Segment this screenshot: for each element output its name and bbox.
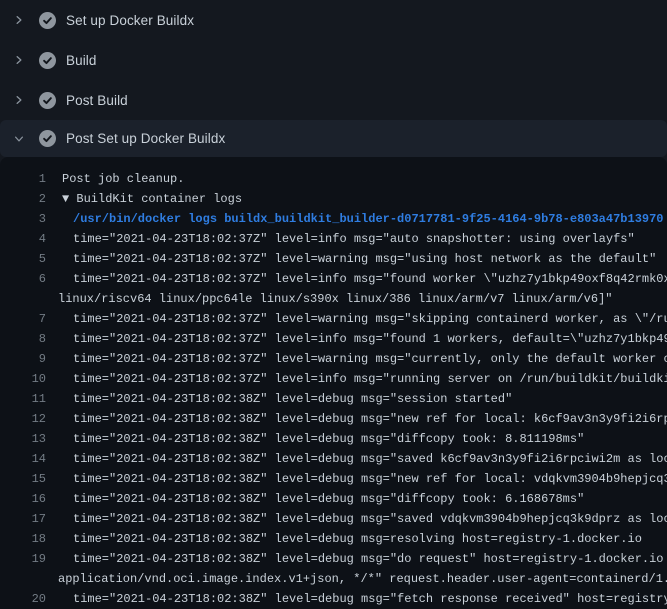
log-line-number[interactable]: 15 <box>0 469 46 489</box>
log-line-number[interactable]: 5 <box>0 249 46 269</box>
check-circle-icon <box>39 12 56 29</box>
step-label: Set up Docker Buildx <box>66 13 194 28</box>
log-line-text: /usr/bin/docker logs buildx_buildkit_bui… <box>46 209 664 229</box>
log-line: 3 /usr/bin/docker logs buildx_buildkit_b… <box>0 209 667 229</box>
log-line-text: linux/riscv64 linux/ppc64le linux/s390x … <box>46 289 613 309</box>
step-label: Post Build <box>66 93 128 108</box>
step-header[interactable]: Post Build <box>0 80 667 120</box>
log-line-text: time="2021-04-23T18:02:37Z" level=warnin… <box>46 349 667 369</box>
log-line: 1 Post job cleanup. <box>0 169 667 189</box>
log-line: 14 time="2021-04-23T18:02:38Z" level=deb… <box>0 449 667 469</box>
log-line-number[interactable] <box>0 569 46 589</box>
log-line-number[interactable]: 16 <box>0 489 46 509</box>
log-line-text: time="2021-04-23T18:02:38Z" level=debug … <box>46 549 667 569</box>
chevron-down-icon[interactable] <box>12 132 26 146</box>
log-line: 6 time="2021-04-23T18:02:37Z" level=info… <box>0 269 667 289</box>
log-line: 19 time="2021-04-23T18:02:38Z" level=deb… <box>0 549 667 569</box>
log-line: 20 time="2021-04-23T18:02:38Z" level=deb… <box>0 589 667 609</box>
log-line: 2 ▼ BuildKit container logs <box>0 189 667 209</box>
chevron-right-icon[interactable] <box>12 93 26 107</box>
log-line: 7 time="2021-04-23T18:02:37Z" level=warn… <box>0 309 667 329</box>
chevron-right-icon[interactable] <box>12 13 26 27</box>
log-line-text: Post job cleanup. <box>46 169 184 189</box>
log-line: 11 time="2021-04-23T18:02:38Z" level=deb… <box>0 389 667 409</box>
log-line-text: time="2021-04-23T18:02:37Z" level=info m… <box>46 269 667 289</box>
log-line-number[interactable]: 10 <box>0 369 46 389</box>
check-circle-icon <box>39 52 56 69</box>
log-line-text: time="2021-04-23T18:02:38Z" level=debug … <box>46 489 584 509</box>
step-header[interactable]: Build <box>0 40 667 80</box>
log-line-text: time="2021-04-23T18:02:37Z" level=warnin… <box>46 309 667 329</box>
log-line-number[interactable]: 20 <box>0 589 46 609</box>
log-line: application/vnd.oci.image.index.v1+json,… <box>0 569 667 589</box>
log-line-text: time="2021-04-23T18:02:37Z" level=warnin… <box>46 249 656 269</box>
log-line-text: time="2021-04-23T18:02:38Z" level=debug … <box>46 429 584 449</box>
log-line: 4 time="2021-04-23T18:02:37Z" level=info… <box>0 229 667 249</box>
log-line: 10 time="2021-04-23T18:02:37Z" level=inf… <box>0 369 667 389</box>
log-line-text[interactable]: ▼ BuildKit container logs <box>46 189 242 209</box>
log-line-text: time="2021-04-23T18:02:37Z" level=info m… <box>46 329 667 349</box>
log-line: 16 time="2021-04-23T18:02:38Z" level=deb… <box>0 489 667 509</box>
chevron-right-icon[interactable] <box>12 53 26 67</box>
log-line: 5 time="2021-04-23T18:02:37Z" level=warn… <box>0 249 667 269</box>
log-line: 8 time="2021-04-23T18:02:37Z" level=info… <box>0 329 667 349</box>
log-line-number[interactable]: 14 <box>0 449 46 469</box>
step-header[interactable]: Set up Docker Buildx <box>0 0 667 40</box>
log-line-text: time="2021-04-23T18:02:38Z" level=debug … <box>46 409 667 429</box>
log-line-text: time="2021-04-23T18:02:38Z" level=debug … <box>46 529 642 549</box>
log-line-number[interactable]: 7 <box>0 309 46 329</box>
log-group-label: BuildKit container logs <box>69 192 242 206</box>
log-line-text: time="2021-04-23T18:02:38Z" level=debug … <box>46 589 667 609</box>
log-line-text: time="2021-04-23T18:02:38Z" level=debug … <box>46 449 667 469</box>
log-line-text: time="2021-04-23T18:02:38Z" level=debug … <box>46 469 667 489</box>
log-line-number[interactable]: 1 <box>0 169 46 189</box>
log-line: 9 time="2021-04-23T18:02:37Z" level=warn… <box>0 349 667 369</box>
log-line-text: time="2021-04-23T18:02:38Z" level=debug … <box>46 389 512 409</box>
step-header[interactable]: Post Set up Docker Buildx <box>0 120 667 157</box>
log-line-number[interactable] <box>0 289 46 309</box>
log-line-number[interactable]: 3 <box>0 209 46 229</box>
step-label: Build <box>66 53 97 68</box>
log-line: 13 time="2021-04-23T18:02:38Z" level=deb… <box>0 429 667 449</box>
log-line-number[interactable]: 6 <box>0 269 46 289</box>
log-line: 17 time="2021-04-23T18:02:38Z" level=deb… <box>0 509 667 529</box>
check-circle-icon <box>39 92 56 109</box>
log-line: 15 time="2021-04-23T18:02:38Z" level=deb… <box>0 469 667 489</box>
log-line-number[interactable]: 19 <box>0 549 46 569</box>
log-line-number[interactable]: 11 <box>0 389 46 409</box>
log-area: 1 Post job cleanup. 2 ▼ BuildKit contain… <box>0 157 667 609</box>
log-line-number[interactable]: 8 <box>0 329 46 349</box>
log-line-text: time="2021-04-23T18:02:38Z" level=debug … <box>46 509 667 529</box>
step-label: Post Set up Docker Buildx <box>66 131 225 146</box>
log-line-text: time="2021-04-23T18:02:37Z" level=info m… <box>46 229 635 249</box>
log-line: linux/riscv64 linux/ppc64le linux/s390x … <box>0 289 667 309</box>
log-line-number[interactable]: 12 <box>0 409 46 429</box>
log-line-text: time="2021-04-23T18:02:37Z" level=info m… <box>46 369 667 389</box>
log-line-number[interactable]: 2 <box>0 189 46 209</box>
log-line-number[interactable]: 13 <box>0 429 46 449</box>
log-line: 12 time="2021-04-23T18:02:38Z" level=deb… <box>0 409 667 429</box>
log-line: 18 time="2021-04-23T18:02:38Z" level=deb… <box>0 529 667 549</box>
check-circle-icon <box>39 130 56 147</box>
log-line-number[interactable]: 18 <box>0 529 46 549</box>
log-line-number[interactable]: 9 <box>0 349 46 369</box>
steps-panel: Set up Docker Buildx Build Post Build Po… <box>0 0 667 157</box>
log-line-number[interactable]: 4 <box>0 229 46 249</box>
log-line-number[interactable]: 17 <box>0 509 46 529</box>
log-line-text: application/vnd.oci.image.index.v1+json,… <box>46 569 667 589</box>
